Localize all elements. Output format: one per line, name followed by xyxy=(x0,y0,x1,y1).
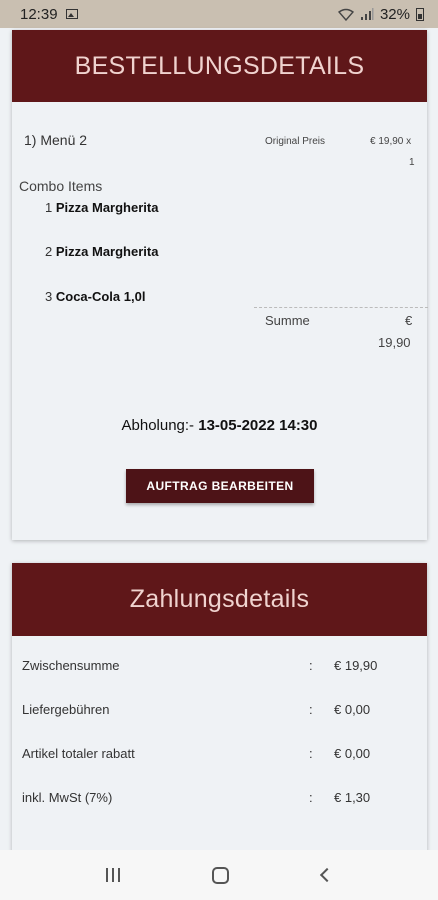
original-price-label: Original Preis xyxy=(265,136,326,147)
combo-item-name: Coca-Cola 1,0l xyxy=(55,289,146,304)
recent-apps-icon[interactable] xyxy=(106,868,121,882)
sum-currency: € xyxy=(405,313,413,328)
original-price: € 19,90 x xyxy=(370,136,412,147)
combo-item: 1 Pizza Margherita xyxy=(45,200,158,215)
sum-value: 19,90 xyxy=(378,335,411,350)
combo-item: 3 Coca-Cola 1,0l xyxy=(45,289,145,304)
sum-divider xyxy=(254,307,428,308)
payment-details-title: Zahlungsdetails xyxy=(12,563,427,636)
signal-icon xyxy=(360,7,374,20)
payment-row-label: Zwischensumme xyxy=(22,658,120,673)
payment-row-separator: : xyxy=(309,790,313,805)
pickup-datetime: 13-05-2022 14:30 xyxy=(198,417,318,434)
order-details-card: BESTELLUNGSDETAILS 1) Menü 2 Original Pr… xyxy=(12,30,428,540)
menu-name: 1) Menü 2 xyxy=(24,132,88,148)
order-details-title: BESTELLUNGSDETAILS xyxy=(12,30,427,102)
back-icon[interactable] xyxy=(319,867,334,883)
pickup-info: Abholung:- 13-05-2022 14:30 xyxy=(12,417,427,434)
wifi-icon xyxy=(337,8,354,21)
home-icon[interactable] xyxy=(212,866,230,884)
payment-row-label: Liefergebühren xyxy=(22,702,110,717)
payment-row-separator: : xyxy=(309,702,313,717)
payment-row-value: € 19,90 xyxy=(334,658,378,673)
combo-item-index: 3 xyxy=(45,289,53,304)
payment-row-delivery-fee: Liefergebühren : € 0,00 xyxy=(12,702,427,722)
payment-row-separator: : xyxy=(309,746,313,761)
combo-item: 2 Pizza Margherita xyxy=(45,244,158,259)
combo-items-label: Combo Items xyxy=(19,178,103,194)
pickup-label: Abholung:- xyxy=(121,417,195,434)
combo-item-name: Pizza Margherita xyxy=(55,244,159,259)
payment-row-label: inkl. MwSt (7%) xyxy=(22,790,113,805)
payment-row-value: € 1,30 xyxy=(334,790,371,805)
payment-row-vat: inkl. MwSt (7%) : € 1,30 xyxy=(12,790,427,810)
payment-row-value: € 0,00 xyxy=(334,702,371,717)
combo-item-name: Pizza Margherita xyxy=(55,200,159,215)
payment-row-discount: Artikel totaler rabatt : € 0,00 xyxy=(12,746,427,766)
combo-item-index: 2 xyxy=(45,244,53,259)
edit-order-button[interactable]: AUFTRAG BEARBEITEN xyxy=(126,469,314,503)
sum-label: Summe xyxy=(265,313,310,328)
payment-details-card: Zahlungsdetails Zwischensumme : € 19,90 … xyxy=(12,563,427,853)
battery-icon xyxy=(416,7,424,21)
payment-row-subtotal: Zwischensumme : € 19,90 xyxy=(12,658,427,678)
status-time: 12:39 xyxy=(20,5,58,23)
payment-row-separator: : xyxy=(309,658,313,673)
payment-row-value: € 0,00 xyxy=(334,746,371,761)
payment-row-label: Artikel totaler rabatt xyxy=(22,746,135,761)
status-bar: 12:39 32% xyxy=(0,0,438,28)
combo-item-index: 1 xyxy=(45,200,53,215)
quantity: 1 xyxy=(409,157,415,168)
image-icon xyxy=(65,9,78,19)
battery-percent: 32% xyxy=(379,5,410,23)
navigation-bar xyxy=(0,850,438,900)
